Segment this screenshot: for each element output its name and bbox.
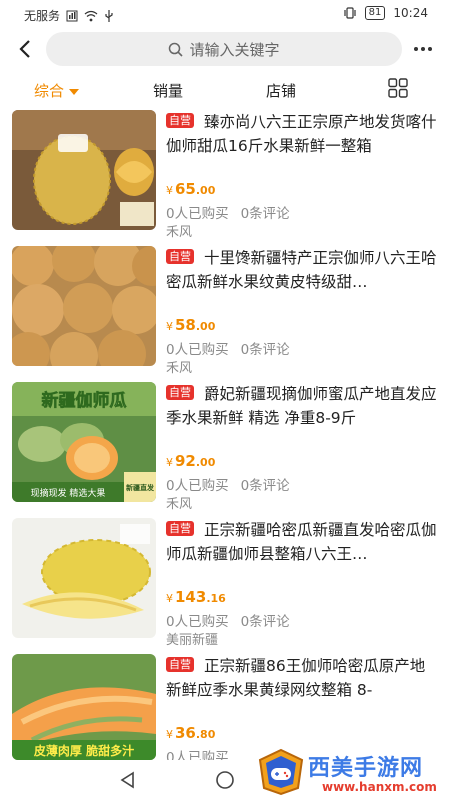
product-card[interactable]: 新疆伽师瓜 现摘现发 精选大果 新疆直发 自营 爵妃新疆现摘伽师蜜瓜产地直发应季… [0, 382, 450, 518]
wifi-icon [84, 10, 98, 21]
product-title[interactable]: 臻亦尚八六王正宗原产地发货喀什伽师甜瓜16斤水果新鲜一整箱 [166, 110, 438, 158]
price-currency: ¥ [166, 592, 173, 605]
price-currency: ¥ [166, 456, 173, 469]
clock: 10:24 [393, 6, 428, 20]
price-currency: ¥ [166, 320, 173, 333]
price-decimal: .00 [195, 184, 216, 197]
comment-count: 0条评论 [240, 206, 290, 222]
watermark-name: 西美手游网 [308, 756, 424, 781]
buyer-count: 0人已购买 [166, 614, 229, 630]
caret-down-icon [69, 88, 80, 95]
price-decimal: .16 [206, 592, 226, 605]
product-title[interactable]: 正宗新疆哈密瓜新疆直发哈密瓜伽师瓜新疆伽师县整箱八六王… [166, 518, 438, 566]
sort-tab-sales[interactable]: 销量 [153, 80, 183, 101]
product-card[interactable]: 自营 正宗新疆哈密瓜新疆直发哈密瓜伽师瓜新疆伽师县整箱八六王… ¥143.16 … [0, 518, 450, 654]
product-card[interactable]: 自营 十里馋新疆特产正宗伽师八六王哈密瓜新鲜水果纹黄皮特级甜… ¥58.00 0… [0, 246, 450, 382]
usb-icon [105, 9, 113, 22]
comment-count: 0条评论 [240, 342, 290, 358]
nav-home-icon[interactable] [215, 770, 235, 790]
price-integer: 58 [175, 316, 196, 334]
product-title[interactable]: 正宗新疆86王伽师哈密瓜原产地新鲜应季水果黄绿网纹整箱 8- [166, 654, 438, 702]
price-integer: 92 [175, 452, 196, 470]
grid-view-icon[interactable] [388, 78, 408, 98]
product-stats: 0人已购买 0条评论 [166, 338, 302, 358]
product-price: ¥65.00 [166, 179, 215, 198]
status-bar: 无服务 81 10:24 [0, 0, 450, 28]
nav-back-icon[interactable] [118, 770, 138, 790]
price-decimal: .00 [195, 456, 216, 469]
shop-name[interactable]: 禾风 [166, 221, 192, 240]
search-icon [169, 42, 184, 57]
search-placeholder: 请输入关键字 [189, 40, 280, 59]
watermark-url: www.hanxm.com [322, 780, 437, 794]
product-stats: 0人已购买 0条评论 [166, 202, 302, 222]
product-price: ¥92.00 [166, 451, 215, 470]
carrier-label: 无服务 [24, 9, 61, 23]
price-decimal: .00 [195, 320, 216, 333]
product-image: 皮薄肉厚 脆甜多汁 [12, 654, 156, 760]
product-image: 新疆伽师瓜 现摘现发 精选大果 新疆直发 [12, 382, 156, 502]
product-stats: 0人已购买 0条评论 [166, 474, 302, 494]
price-integer: 65 [175, 180, 196, 198]
shop-name[interactable]: 禾风 [166, 493, 192, 512]
sort-tab-comprehensive[interactable]: 综合 [34, 80, 80, 101]
shop-name[interactable]: 美丽新疆 [166, 629, 218, 648]
image-badge: 新疆直发 [126, 483, 155, 492]
price-currency: ¥ [166, 728, 173, 741]
sort-tab-label: 店铺 [266, 82, 297, 100]
shop-name[interactable]: 禾风 [166, 357, 192, 376]
search-input[interactable]: 请输入关键字 [46, 32, 402, 66]
more-button[interactable] [408, 36, 438, 62]
image-headline: 新疆伽师瓜 [42, 390, 127, 411]
price-currency: ¥ [166, 184, 173, 197]
product-title[interactable]: 爵妃新疆现摘伽师蜜瓜产地直发应季水果新鲜 精选 净重8-9斤 [166, 382, 438, 430]
image-slogan: 皮薄肉厚 脆甜多汁 [33, 743, 134, 758]
sim-icon [66, 10, 78, 21]
buyer-count: 0人已购买 [166, 478, 229, 494]
product-price: ¥58.00 [166, 315, 215, 334]
product-card[interactable]: 自营 臻亦尚八六王正宗原产地发货喀什伽师甜瓜16斤水果新鲜一整箱 ¥65.00 … [0, 110, 450, 246]
vibrate-icon [344, 7, 356, 19]
buyer-count: 0人已购买 [166, 342, 229, 358]
product-title[interactable]: 十里馋新疆特产正宗伽师八六王哈密瓜新鲜水果纹黄皮特级甜… [166, 246, 438, 294]
sort-tab-shop[interactable]: 店铺 [266, 80, 296, 101]
sort-bar: 综合 销量 店铺 [0, 76, 450, 106]
product-image [12, 246, 156, 366]
product-image [12, 110, 156, 230]
product-stats: 0人已购买 0条评论 [166, 610, 302, 630]
sort-tab-label: 综合 [34, 82, 65, 100]
comment-count: 0条评论 [240, 614, 290, 630]
gamepad-logo-icon [258, 748, 304, 796]
price-integer: 143 [175, 588, 207, 606]
product-stats: 0人已购买 [166, 746, 241, 760]
product-price: ¥143.16 [166, 587, 226, 606]
product-price: ¥36.80 [166, 723, 215, 742]
back-arrow-icon [19, 40, 30, 58]
sort-tab-label: 销量 [153, 82, 184, 100]
search-header: 请输入关键字 [0, 28, 450, 70]
price-decimal: .80 [195, 728, 216, 741]
product-image [12, 518, 156, 638]
back-button[interactable] [12, 36, 38, 62]
product-card[interactable]: 皮薄肉厚 脆甜多汁 自营 正宗新疆86王伽师哈密瓜原产地新鲜应季水果黄绿网纹整箱… [0, 654, 450, 760]
buyer-count: 0人已购买 [166, 206, 229, 222]
site-watermark: 西美手游网 www.hanxm.com [256, 746, 446, 800]
comment-count: 0条评论 [240, 478, 290, 494]
battery-level: 81 [364, 6, 386, 20]
image-caption: 现摘现发 精选大果 [31, 487, 106, 499]
price-integer: 36 [175, 724, 196, 742]
buyer-count: 0人已购买 [166, 750, 229, 760]
